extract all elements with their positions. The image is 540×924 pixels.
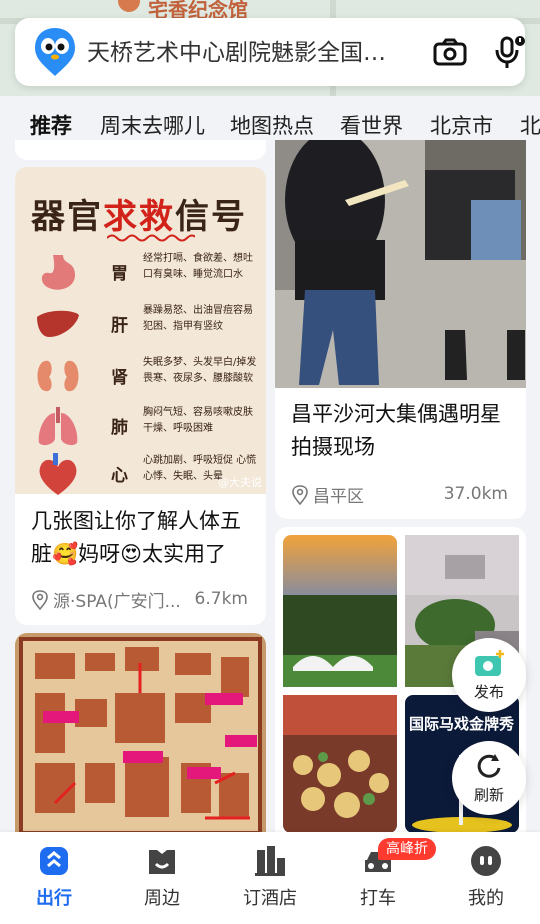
poster-title: 器官求救信号 (31, 197, 247, 237)
search-bar[interactable]: 天桥艺术中心剧院魅影全国巡演 (15, 18, 525, 86)
nav-nearby[interactable]: 周边 (122, 844, 202, 910)
card-title: 几张图让你了解人体五脏🥰妈呀😍太实用了 (31, 509, 241, 566)
sunset-park-image (283, 535, 397, 687)
camera-plus-icon (475, 650, 504, 676)
publish-button[interactable]: 发布 (452, 638, 526, 712)
nav-profile[interactable]: 我的 (446, 844, 526, 910)
poster-watermark: @大夫说 (218, 476, 262, 489)
hotel-icon (255, 846, 285, 876)
tab-more[interactable]: 北 (520, 110, 540, 140)
organ-row-stomach: 胃 经常打嗝、食欲差、想吐 口有臭味、睡觉流口水 (33, 249, 263, 299)
map-pin-icon (118, 0, 140, 12)
mascot-icon (35, 28, 75, 76)
organ-row-lungs: 肺 胸闷气短、容易咳嗽皮肤 干燥、呼吸困难 (33, 403, 263, 453)
liver-icon (37, 310, 79, 337)
buffet-food-image (283, 695, 397, 833)
kidney-icon (37, 360, 79, 392)
health-poster-image: 器官求救信号 胃 经常打嗝、食欲差、想吐 口有臭味、睡觉流口水 肝 暴躁易怒、出… (15, 167, 266, 495)
nav-travel[interactable]: 出行 (14, 844, 94, 910)
circus-overlay-text: 国际马戏金牌秀 (409, 715, 515, 733)
card-location: 源·SPA(广安门... (31, 587, 181, 612)
microphone-icon[interactable] (491, 35, 525, 69)
tab-weekend[interactable]: 周末去哪儿 (100, 110, 205, 140)
camera-icon[interactable] (433, 38, 467, 66)
tab-beijing[interactable]: 北京市 (430, 110, 493, 140)
card-remnant[interactable] (15, 140, 266, 160)
taxi-promo-badge: 高峰折 (378, 838, 436, 860)
palace-map-image (15, 633, 266, 833)
organ-row-liver: 肝 暴躁易怒、出油冒痘容易 犯困、指甲有竖纹 (33, 301, 263, 351)
card-title: 昌平沙河大集偶遇明星拍摄现场 (291, 402, 501, 459)
lungs-icon (38, 407, 78, 446)
tab-map-hotspot[interactable]: 地图热点 (230, 110, 314, 140)
feed-card-health[interactable]: 器官求救信号 胃 经常打嗝、食欲差、想吐 口有臭味、睡觉流口水 肝 暴躁易怒、出… (15, 167, 266, 625)
profile-icon (471, 846, 501, 876)
nav-hotel[interactable]: 订酒店 (230, 844, 310, 910)
heart-icon (39, 453, 77, 495)
card-distance: 6.7km (194, 589, 248, 609)
celebrity-photo-image (275, 140, 526, 388)
refresh-icon (477, 754, 501, 778)
tab-recommend[interactable]: 推荐 (30, 110, 72, 140)
search-input[interactable]: 天桥艺术中心剧院魅影全国巡演 (87, 38, 387, 68)
feed-card-palace-map[interactable] (15, 633, 266, 833)
organ-row-kidney: 肾 失眠多梦、头发早白/掉发 畏寒、夜尿多、腰膝酸软 (33, 353, 263, 403)
stomach-icon (41, 255, 75, 290)
card-location: 昌平区 (291, 482, 364, 507)
bottom-nav: 出行 周边 订酒店 打车 我的 (0, 832, 540, 924)
location-pin-icon (292, 484, 308, 505)
nearby-icon (149, 850, 175, 874)
card-distance: 37.0km (443, 484, 508, 504)
travel-icon (40, 847, 68, 875)
feed-card-celebrity[interactable]: 昌平沙河大集偶遇明星拍摄现场 昌平区 37.0km (275, 140, 526, 519)
refresh-button[interactable]: 刷新 (452, 741, 526, 815)
location-pin-icon (32, 589, 48, 610)
poster-wave-decoration (107, 234, 195, 242)
tab-world[interactable]: 看世界 (340, 110, 403, 140)
